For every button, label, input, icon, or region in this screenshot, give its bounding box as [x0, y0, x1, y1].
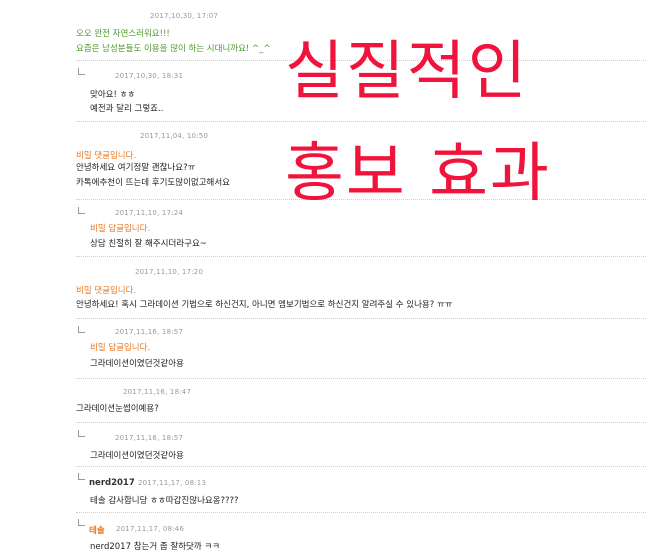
comment-author[interactable]: nerd2017 — [89, 478, 135, 488]
comment-date: 2017,11,10, 17:20 — [135, 268, 204, 276]
comment-text: nerd2017 참는거 좀 잘하닷까 ㅋㅋ — [90, 542, 220, 552]
divider — [76, 422, 646, 423]
secret-reply-label: 비밀 답글입니다. — [90, 343, 151, 353]
divider — [76, 512, 646, 513]
comment-date: 2017,11,16, 18:47 — [123, 388, 192, 396]
reply-arrow-icon — [78, 430, 85, 437]
comment-date: 2017,11,10, 17:24 — [115, 209, 184, 217]
comment-text: 오오 완전 자연스러워요!!! — [76, 29, 170, 39]
reply-arrow-icon — [78, 207, 85, 214]
reply-arrow-icon — [78, 519, 85, 526]
reply-item: nerd2017 2017,11,17, 08:13 테솔 감사합니당 ㅎㅎ따갑… — [0, 468, 652, 512]
secret-comment-label: 비밀 댓글입니다. — [76, 151, 137, 161]
comment-text: 그라데이션이였던것같아용 — [90, 451, 184, 461]
reply-arrow-icon — [78, 326, 85, 333]
overlay-headline-line2: 홍보 효과 — [285, 137, 551, 211]
comment-text: 안녕하세요 여기정말 괜찮나요?ㅠ — [76, 163, 196, 173]
comment-item: 2017,11,10, 17:20 비밀 댓글입니다. 안녕하세요! 혹시 그라… — [0, 258, 652, 318]
comment-text: 테솔 감사합니당 ㅎㅎ따갑진않나요옹???? — [90, 496, 239, 506]
reply-arrow-icon — [78, 68, 85, 75]
comment-date: 2017,11,16, 18:57 — [115, 434, 184, 442]
comment-text: 예전과 달리 그렇죠.. — [90, 104, 164, 114]
comment-item: 2017,11,16, 18:47 그라데이션눈썹이예용? — [0, 380, 652, 420]
comment-date: 2017,11,04, 10:50 — [140, 132, 209, 140]
comment-text: 요즘은 남성분들도 이용을 많이 하는 시대니까요! ^_^ — [76, 44, 271, 54]
reply-item: 2017,11,16, 18:57 그라데이션이였던것같아용 — [0, 424, 652, 464]
comment-text: 카톡에추천이 뜨는데 후기도많이없고해서요 — [76, 178, 230, 188]
divider — [76, 318, 646, 319]
comment-date: 2017,11,17, 08:46 — [116, 525, 185, 533]
secret-reply-label: 비밀 답글입니다. — [90, 224, 151, 234]
comment-text: 그라데이션이였던것같아용 — [90, 359, 184, 369]
reply-item: 테솔 2017,11,17, 08:46 nerd2017 참는거 좀 잘하닷까… — [0, 514, 652, 552]
overlay-headline-line1: 실질적인 — [285, 35, 529, 109]
comment-date: 2017,10,30, 17:07 — [150, 12, 219, 20]
divider — [76, 378, 646, 379]
comment-date: 2017,11,17, 08:13 — [138, 479, 207, 487]
divider — [76, 121, 646, 122]
reply-arrow-icon — [78, 473, 85, 480]
comment-date: 2017,10,30, 18:31 — [115, 72, 184, 80]
comment-date: 2017,11,16, 18:57 — [115, 328, 184, 336]
reply-item: 2017,11,16, 18:57 비밀 답글입니다. 그라데이션이였던것같아용 — [0, 320, 652, 376]
divider — [76, 256, 646, 257]
comment-text: 그라데이션눈썹이예용? — [76, 404, 159, 414]
comment-text: 상담 친절히 잘 해주시더라구요~ — [90, 239, 207, 249]
comment-text: 안녕하세요! 혹시 그라데이션 기법으로 하신건지, 아니면 엠보기법으로 하신… — [76, 300, 453, 310]
secret-comment-label: 비밀 댓글입니다. — [76, 286, 137, 296]
comment-text: 맞아요! ㅎㅎ — [90, 90, 136, 100]
comment-author[interactable]: 테솔 — [89, 524, 105, 536]
divider — [76, 466, 646, 467]
